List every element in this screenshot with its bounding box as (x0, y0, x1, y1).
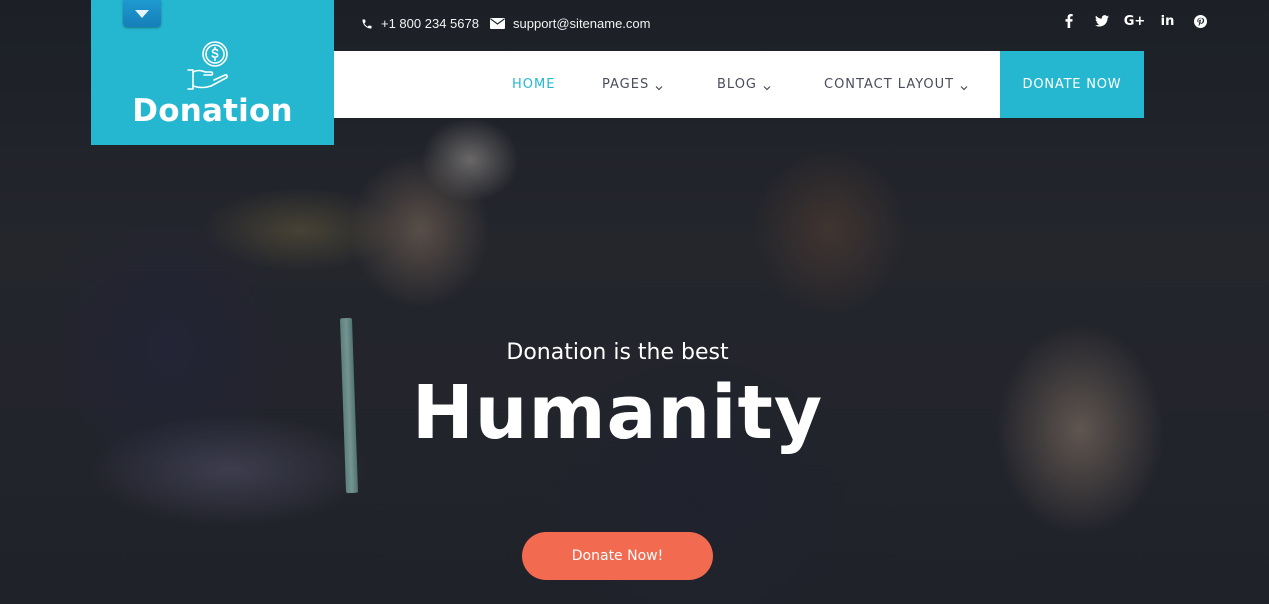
hand-coin-icon (184, 40, 236, 92)
chevron-down-icon (960, 81, 968, 90)
phone-icon (361, 18, 373, 30)
chevron-down-icon (655, 81, 663, 90)
nav-item-contact-layout[interactable]: CONTACT LAYOUT (824, 51, 968, 118)
facebook-icon[interactable] (1052, 12, 1085, 30)
contact-email[interactable]: support@sitename.com (490, 16, 650, 31)
nav-item-home[interactable]: HOME (512, 51, 555, 118)
envelope-icon (490, 18, 505, 29)
nav-item-blog[interactable]: BLOG (717, 51, 771, 118)
pinterest-icon[interactable] (1184, 12, 1217, 30)
nav-item-pages[interactable]: PAGES (602, 51, 663, 118)
nav-item-label: BLOG (717, 77, 758, 92)
logo-toggle-button[interactable] (123, 0, 161, 27)
site-logo[interactable]: Donation (91, 0, 334, 145)
contact-phone[interactable]: +1 800 234 5678 (361, 16, 479, 31)
caret-down-icon (135, 5, 149, 23)
main-nav: HOME PAGES BLOG CONTACT LAYOUT (334, 51, 1000, 118)
nav-item-label: CONTACT LAYOUT (824, 77, 955, 92)
nav-item-label: PAGES (602, 77, 650, 92)
linkedin-icon[interactable]: in (1151, 12, 1184, 30)
hero-title: Humanity (411, 370, 824, 456)
chevron-down-icon (763, 81, 771, 90)
social-links: G+ in (1052, 12, 1217, 30)
donate-now-nav-button[interactable]: DONATE NOW (1000, 51, 1144, 118)
donate-now-hero-button[interactable]: Donate Now! (522, 532, 713, 580)
contact-phone-text: +1 800 234 5678 (381, 16, 479, 31)
google-plus-icon[interactable]: G+ (1118, 12, 1151, 30)
nav-item-label: HOME (512, 77, 556, 92)
hero-subtitle: Donation is the best (506, 340, 729, 365)
contact-email-text: support@sitename.com (513, 16, 651, 31)
logo-text: Donation (132, 93, 293, 129)
twitter-icon[interactable] (1085, 12, 1118, 30)
